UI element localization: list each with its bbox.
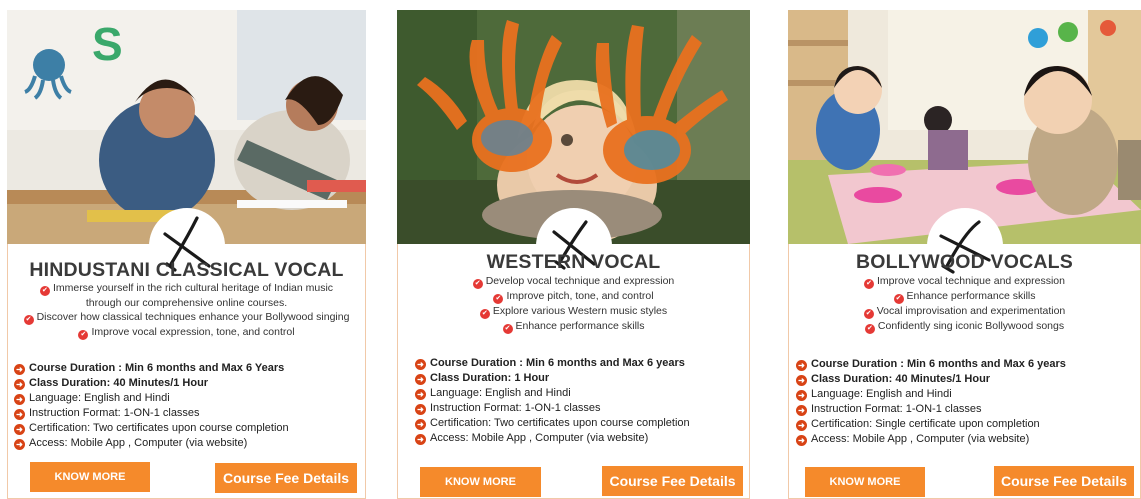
- detail-item: ➜ Course Duration : Min 6 months and Max …: [796, 359, 1066, 371]
- feature-item: through our comprehensive online courses…: [85, 297, 288, 309]
- detail-item: ➜ Language: English and Hindi: [796, 389, 952, 401]
- arrow-circle-icon: ➜: [415, 359, 426, 370]
- check-circle-icon: ✔: [864, 279, 875, 289]
- detail-item: ➜ Access: Mobile App , Computer (via webs…: [415, 433, 648, 445]
- course-card-western: WESTERN VOCAL ✔ Develop vocal technique a…: [397, 0, 750, 499]
- arrow-circle-icon: ➜: [415, 419, 426, 430]
- detail-item: ➜ Language: English and Hindi: [14, 393, 170, 405]
- detail-item: ➜ Access: Mobile App , Computer (via webs…: [14, 438, 247, 450]
- detail-item: ➜ Class Duration: 1 Hour: [415, 373, 549, 385]
- arrow-circle-icon: ➜: [14, 364, 25, 375]
- feature-item: ✔ Enhance performance skills: [788, 291, 1141, 304]
- know-more-button[interactable]: KNOW MORE: [420, 467, 541, 497]
- course-fee-details-button[interactable]: Course Fee Details: [602, 466, 743, 496]
- feature-item: ✔ Develop vocal technique and expression: [397, 276, 750, 289]
- feature-item: ✔ Explore various Western music styles: [397, 306, 750, 319]
- know-more-button[interactable]: KNOW MORE: [805, 467, 925, 497]
- check-circle-icon: ✔: [23, 315, 34, 325]
- check-circle-icon: ✔: [502, 324, 513, 334]
- check-circle-icon: ✔: [864, 324, 875, 334]
- arrow-circle-icon: ➜: [796, 405, 807, 416]
- course-fee-details-button[interactable]: Course Fee Details: [994, 466, 1134, 496]
- arrow-circle-icon: ➜: [14, 424, 25, 435]
- arrow-circle-icon: ➜: [796, 435, 807, 446]
- arrow-circle-icon: ➜: [415, 389, 426, 400]
- feature-item: ✔ Immerse yourself in the rich cultural h…: [7, 283, 366, 296]
- arrow-circle-icon: ➜: [415, 404, 426, 415]
- detail-item: ➜ Instruction Format: 1-ON-1 classes: [796, 404, 982, 416]
- detail-item: ➜ Class Duration: 40 Minutes/1 Hour: [796, 374, 990, 386]
- arrow-circle-icon: ➜: [14, 439, 25, 450]
- feature-item: ✔ Enhance performance skills: [397, 321, 750, 334]
- arrow-circle-icon: ➜: [14, 394, 25, 405]
- arrow-circle-icon: ➜: [796, 375, 807, 386]
- course-fee-details-button[interactable]: Course Fee Details: [215, 463, 357, 493]
- svg-text:S: S: [92, 18, 123, 70]
- detail-item: ➜ Certification: Two certificates upon co…: [415, 418, 690, 430]
- check-circle-icon: ✔: [493, 294, 504, 304]
- detail-item: ➜ Instruction Format: 1-ON-1 classes: [14, 408, 200, 420]
- feature-item: ✔ Vocal improvisation and experimentation: [788, 306, 1141, 319]
- check-circle-icon: ✔: [863, 309, 874, 319]
- detail-item: ➜ Instruction Format: 1-ON-1 classes: [415, 403, 601, 415]
- check-circle-icon: ✔: [39, 286, 50, 296]
- check-circle-icon: ✔: [472, 279, 483, 289]
- detail-item: ➜ Course Duration : Min 6 months and Max …: [14, 363, 284, 375]
- arrow-circle-icon: ➜: [796, 360, 807, 371]
- check-circle-icon: ✔: [479, 309, 490, 319]
- detail-item: ➜ Access: Mobile App , Computer (via webs…: [796, 434, 1029, 446]
- feature-item: ✔ Improve vocal expression, tone, and con…: [7, 327, 366, 340]
- feature-item: ✔ Confidently sing iconic Bollywood songs: [788, 321, 1141, 334]
- check-circle-icon: ✔: [893, 294, 904, 304]
- course-title: BOLLYWOOD VOCALS: [856, 251, 1073, 273]
- arrow-circle-icon: ➜: [415, 374, 426, 385]
- know-more-button[interactable]: KNOW MORE: [30, 462, 150, 492]
- arrow-circle-icon: ➜: [796, 420, 807, 431]
- feature-item: ✔ Discover how classical techniques enhan…: [7, 312, 366, 325]
- arrow-circle-icon: ➜: [14, 379, 25, 390]
- course-title: WESTERN VOCAL: [486, 251, 661, 273]
- course-card-bollywood: BOLLYWOOD VOCALS ✔ Improve vocal techniqu…: [788, 0, 1141, 499]
- arrow-circle-icon: ➜: [415, 434, 426, 445]
- detail-item: ➜ Certification: Two certificates upon co…: [14, 423, 289, 435]
- detail-item: ➜ Class Duration: 40 Minutes/1 Hour: [14, 378, 208, 390]
- course-title: HINDUSTANI CLASSICAL VOCAL: [29, 259, 344, 281]
- arrow-circle-icon: ➜: [14, 409, 25, 420]
- detail-item: ➜ Language: English and Hindi: [415, 388, 571, 400]
- detail-item: ➜ Course Duration : Min 6 months and Max …: [415, 358, 685, 370]
- arrow-circle-icon: ➜: [796, 390, 807, 401]
- detail-item: ➜ Certification: Single certificate upon …: [796, 419, 1040, 431]
- feature-item: ✔ Improve vocal technique and expression: [788, 276, 1141, 289]
- check-circle-icon: ✔: [78, 330, 89, 340]
- feature-item: ✔ Improve pitch, tone, and control: [397, 291, 750, 304]
- course-card-hindustani: S HINDUSTANI CLASSICAL VOCAL ✔ Immerse yo…: [7, 0, 366, 499]
